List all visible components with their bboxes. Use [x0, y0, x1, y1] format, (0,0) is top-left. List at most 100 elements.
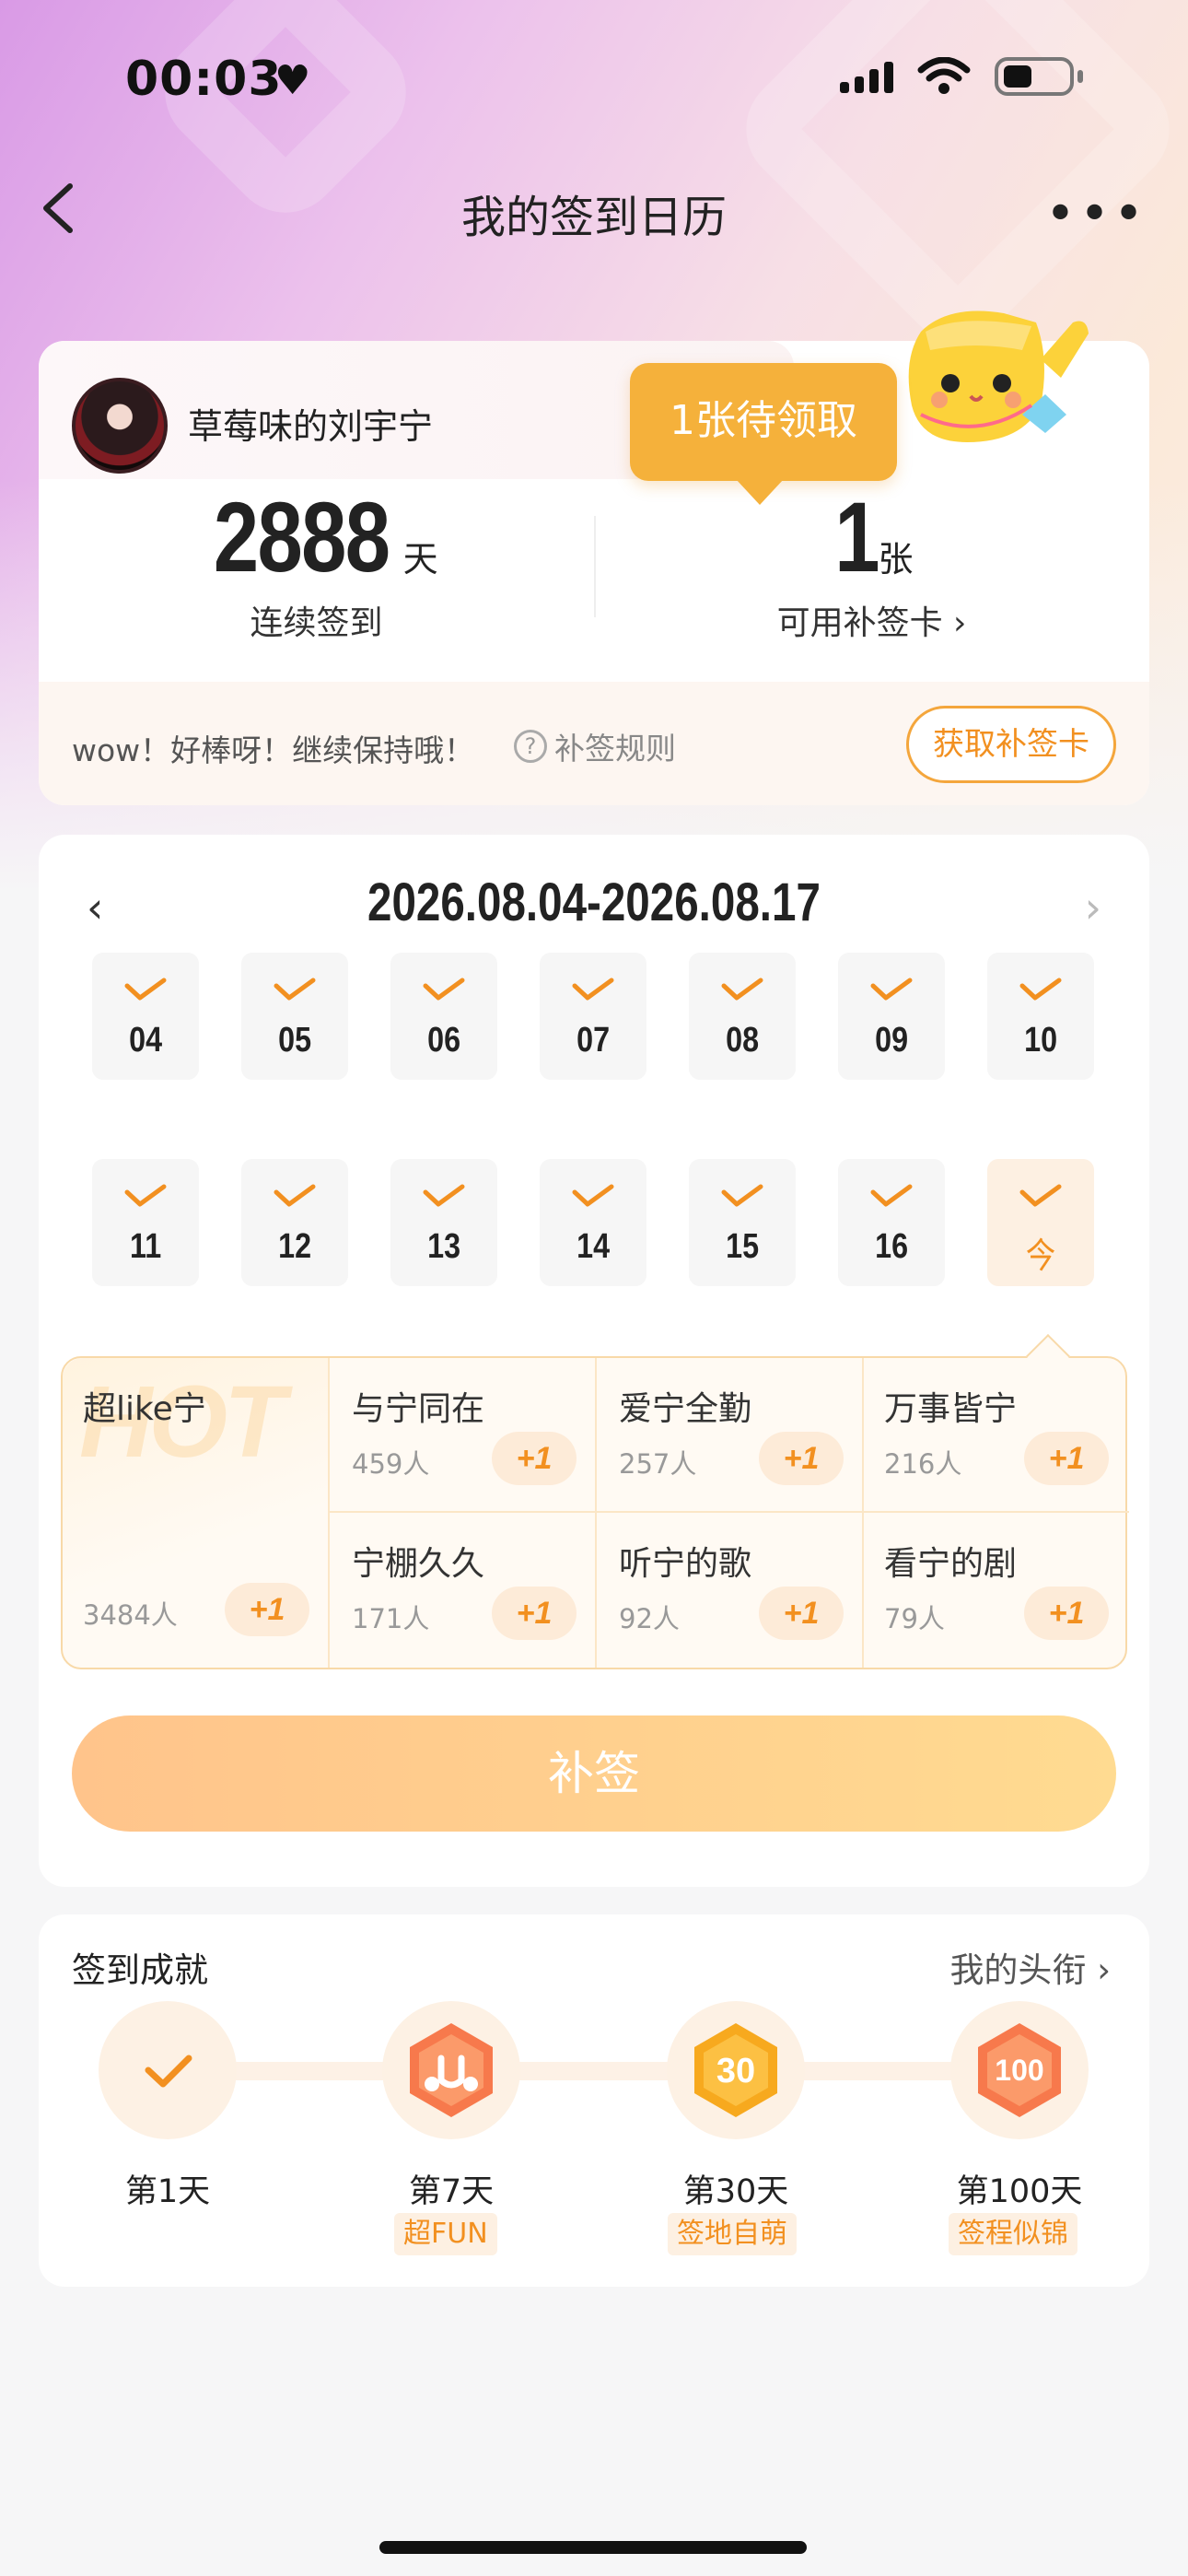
calendar-day[interactable]: 14	[540, 1159, 646, 1286]
topic-cell[interactable]: 听宁的歌 92人 +1	[597, 1513, 864, 1668]
plus-one-button[interactable]: +1	[759, 1587, 844, 1640]
plus-one-button[interactable]: +1	[1024, 1587, 1109, 1640]
encouragement-bar: wow！好棒呀！继续保持哦！ ? 补签规则 获取补签卡	[39, 682, 1149, 805]
encouragement-text: wow！好棒呀！继续保持哦！	[72, 732, 475, 768]
milestone-day: 第30天	[682, 2173, 789, 2210]
milestone-day: 第1天	[124, 2173, 211, 2210]
calendar-day[interactable]: 09	[838, 953, 945, 1080]
my-titles-link[interactable]: 我的头衔 ›	[949, 1942, 1111, 1992]
check-icon	[274, 1184, 316, 1207]
topic-count: 79人	[884, 1603, 945, 1634]
check-icon	[721, 978, 763, 1001]
day-number-text: 10	[1024, 1021, 1057, 1060]
check-icon	[423, 978, 465, 1001]
calendar-day[interactable]: 05	[241, 953, 348, 1080]
day-number: 07	[540, 1021, 646, 1060]
calendar-day[interactable]: 07	[540, 953, 646, 1080]
plus-one-button[interactable]: +1	[492, 1587, 577, 1640]
topic-cell[interactable]: 爱宁全勤 257人 +1	[597, 1358, 864, 1513]
calendar-day[interactable]: 10	[987, 953, 1094, 1080]
day-number-text: 04	[129, 1021, 162, 1060]
check-icon	[721, 1184, 763, 1207]
topic-panel: HOT 超like宁 3484人 +1 与宁同在 459人 +1 爱宁全勤 257人 +1…	[61, 1333, 1129, 1669]
check-icon	[145, 2055, 192, 2088]
topic-count: 216人	[884, 1448, 962, 1480]
date-range: 2026.08.04-2026.08.17	[39, 872, 1149, 933]
calendar-day[interactable]: 08	[689, 953, 796, 1080]
question-icon: ?	[514, 730, 547, 763]
stats-row: 2888 天 连续签到 1张 可用补签卡 ›	[39, 479, 1149, 682]
day-number: 15	[689, 1227, 796, 1267]
svg-text:100: 100	[995, 2054, 1043, 2087]
plus-one-button[interactable]: +1	[759, 1432, 844, 1485]
next-range-button[interactable]: ›	[1085, 883, 1101, 932]
topic-cell[interactable]: 看宁的剧 79人 +1	[862, 1513, 1129, 1668]
avatar[interactable]	[72, 378, 168, 474]
day-number: 06	[390, 1021, 497, 1060]
calendar-day[interactable]: 12	[241, 1159, 348, 1286]
day-number-text: 08	[726, 1021, 759, 1060]
calendar-day-today[interactable]: 今	[987, 1159, 1094, 1286]
rules-label: 补签规则	[554, 731, 676, 767]
check-icon	[572, 978, 614, 1001]
date-range-text: 2026.08.04-2026.08.17	[367, 872, 821, 932]
topic-cell[interactable]: 宁棚久久 171人 +1	[330, 1513, 597, 1668]
calendar-day[interactable]: 06	[390, 953, 497, 1080]
plus-one-button[interactable]: +1	[492, 1432, 577, 1485]
calendar-day[interactable]: 11	[92, 1159, 199, 1286]
makeup-checkin-button[interactable]: 补签	[72, 1715, 1116, 1832]
topic-name: 爱宁全勤	[619, 1390, 752, 1428]
status-time: 00:03	[125, 52, 283, 107]
topic-count: 459人	[352, 1448, 430, 1480]
heart-icon: ♥	[274, 57, 311, 104]
cards-unit: 张	[878, 539, 914, 580]
plus-one-button[interactable]: +1	[225, 1583, 309, 1636]
more-icon[interactable]: •••	[1045, 184, 1147, 244]
calendar-day[interactable]: 04	[92, 953, 199, 1080]
day-number-text: 今	[1025, 1237, 1056, 1276]
pending-cards-tooltip[interactable]: 1张待领取	[630, 363, 897, 505]
hot-topic-name: 超like宁	[83, 1390, 206, 1428]
day-number: 13	[390, 1227, 497, 1267]
milestone-1-icon	[99, 2001, 237, 2139]
status-icons	[840, 57, 1083, 96]
streak-label: 连续签到	[250, 604, 383, 642]
day-number: 05	[241, 1021, 348, 1060]
check-icon	[124, 1184, 167, 1207]
topic-name: 看宁的剧	[884, 1545, 1018, 1583]
check-icon	[423, 1184, 465, 1207]
day-number: 04	[92, 1021, 199, 1060]
topic-cell[interactable]: 万事皆宁 216人 +1	[862, 1358, 1129, 1513]
rules-link[interactable]: ? 补签规则	[514, 724, 676, 768]
badge-100-days-icon: 100	[978, 2023, 1061, 2117]
calendar-card: ‹ 2026.08.04-2026.08.17 › 04 05 06 07 08 09 10…	[39, 835, 1149, 1887]
milestone-title-tag: 签地自萌	[668, 2213, 797, 2255]
achievements-card: 签到成就 我的头衔 › 30 100 第1天 第7天 第30天 第100天 超F…	[39, 1914, 1149, 2287]
hot-topic-cell[interactable]: HOT 超like宁 3484人 +1	[63, 1358, 330, 1668]
day-number-text: 06	[427, 1021, 460, 1060]
topic-name: 宁棚久久	[352, 1545, 485, 1583]
topic-count: 171人	[352, 1603, 430, 1634]
cards-label[interactable]: 可用补签卡 ›	[594, 596, 1149, 644]
day-number-text: 16	[875, 1227, 908, 1266]
topic-name: 听宁的歌	[619, 1545, 752, 1583]
get-makeup-card-button[interactable]: 获取补签卡	[906, 706, 1116, 783]
mascot-illustration	[908, 310, 1089, 442]
topic-cell[interactable]: 与宁同在 459人 +1	[330, 1358, 597, 1513]
day-number: 今	[987, 1227, 1094, 1278]
page-title: 我的签到日历	[460, 192, 727, 243]
day-number-text: 15	[726, 1227, 759, 1266]
wifi-icon	[917, 57, 971, 94]
calendar-day[interactable]: 16	[838, 1159, 945, 1286]
plus-one-button[interactable]: +1	[1024, 1432, 1109, 1485]
makeup-cards-stat[interactable]: 1张 可用补签卡 ›	[594, 479, 1149, 644]
milestone-title-tag: 超FUN	[394, 2213, 497, 2255]
milestone-30-icon: 30	[667, 2001, 805, 2139]
calendar-day[interactable]: 15	[689, 1159, 796, 1286]
streak-unit: 天	[402, 539, 438, 580]
milestone-100-icon: 100	[950, 2001, 1089, 2139]
calendar-day[interactable]: 13	[390, 1159, 497, 1286]
home-indicator	[379, 2541, 807, 2554]
battery-tip	[1077, 70, 1083, 83]
day-number: 09	[838, 1021, 945, 1060]
